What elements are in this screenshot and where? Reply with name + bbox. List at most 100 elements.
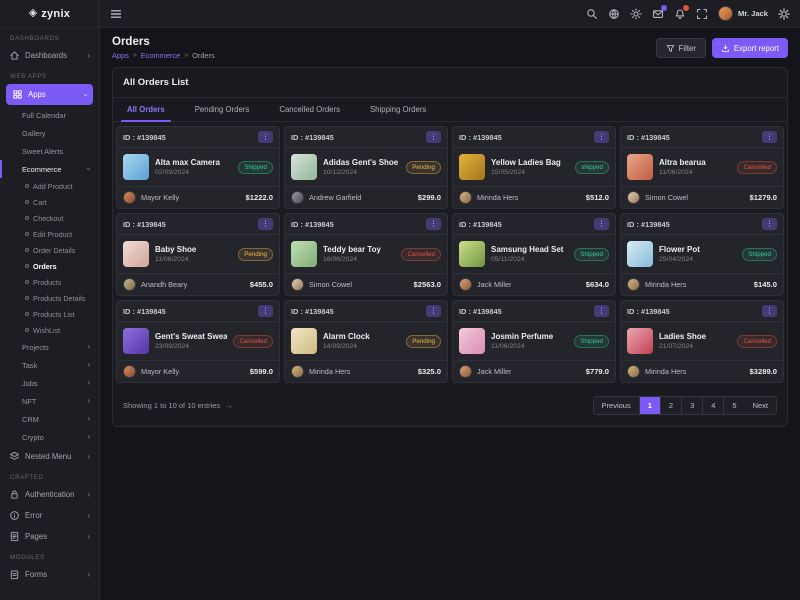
pagination-page[interactable]: 1: [640, 397, 661, 414]
bullet-icon: [25, 328, 29, 332]
sidebar-subsubitem[interactable]: Products: [0, 274, 99, 290]
product-name[interactable]: Alarm Clock: [323, 332, 400, 341]
nav-section-dashboards: DASHBOARDS: [0, 28, 99, 45]
sidebar-subitem[interactable]: Full Calendar: [0, 106, 99, 124]
pagination-page[interactable]: 4: [703, 397, 724, 414]
sidebar-subitem[interactable]: Crypto ›: [0, 428, 99, 446]
tab[interactable]: Pending Orders: [187, 98, 258, 121]
product-name[interactable]: Flower Pot: [659, 245, 736, 254]
sidebar-subsubitem[interactable]: WishList: [0, 322, 99, 338]
product-image: [291, 154, 317, 180]
status-badge: Shipped: [574, 335, 609, 348]
arrow-right-icon[interactable]: →: [225, 401, 233, 410]
inbox-button[interactable]: [652, 8, 664, 20]
breadcrumb-link-apps[interactable]: Apps: [112, 51, 129, 60]
sidebar-item-dashboards[interactable]: Dashboards ›: [0, 45, 99, 66]
sidebar-subsubitem[interactable]: Cart: [0, 194, 99, 210]
product-name[interactable]: Teddy bear Toy: [323, 245, 395, 254]
card-menu-button[interactable]: ⋮: [594, 218, 609, 230]
sidebar-subsubitem[interactable]: Checkout: [0, 210, 99, 226]
card-menu-button[interactable]: ⋮: [258, 305, 273, 317]
notifications-button[interactable]: [674, 8, 686, 20]
filter-button[interactable]: Filter: [656, 38, 706, 58]
card-menu-button[interactable]: ⋮: [426, 218, 441, 230]
pagination-page[interactable]: 2: [661, 397, 682, 414]
brand[interactable]: ◈ zynix: [0, 0, 99, 28]
status-badge: Cancelled: [401, 248, 441, 261]
card-menu-button[interactable]: ⋮: [762, 305, 777, 317]
sidebar-item-pages[interactable]: Pages ›: [0, 526, 99, 547]
settings-button[interactable]: [778, 8, 790, 20]
chevron-right-icon: ›: [87, 343, 90, 351]
translate-button[interactable]: [608, 8, 620, 20]
product-name[interactable]: Ladies Shoe: [659, 332, 731, 341]
product-name[interactable]: Gent's Sweat Sweater: [155, 332, 227, 341]
bullet-icon: [25, 296, 29, 300]
sidebar-subsubitem[interactable]: Edit Product: [0, 226, 99, 242]
sidebar-item-authentication[interactable]: Authentication ›: [0, 484, 99, 505]
card-menu-button[interactable]: ⋮: [762, 131, 777, 143]
sidebar-subsubitem[interactable]: Add Product: [0, 178, 99, 194]
tab[interactable]: All Orders: [119, 98, 173, 121]
product-name[interactable]: Alta max Camera: [155, 158, 232, 167]
order-id: ID : #139845: [627, 220, 670, 229]
nav-label: Forms: [25, 570, 47, 579]
product-name[interactable]: Josmin Perfume: [491, 332, 568, 341]
nav-label: Nested Menu: [25, 452, 71, 461]
sidebar-item-apps[interactable]: Apps ›: [6, 84, 93, 105]
sidebar-subitem[interactable]: Task ›: [0, 356, 99, 374]
card-menu-button[interactable]: ⋮: [594, 305, 609, 317]
product-name[interactable]: Altra bearua: [659, 158, 731, 167]
search-button[interactable]: [586, 8, 598, 20]
sidebar-subsubitem[interactable]: Orders: [0, 258, 99, 274]
tab[interactable]: Shipping Orders: [362, 98, 434, 121]
customer-avatar: [459, 191, 472, 204]
card-menu-button[interactable]: ⋮: [258, 218, 273, 230]
sidebar-subitem-ecommerce[interactable]: Ecommerce ›: [0, 160, 99, 178]
brand-name: zynix: [41, 8, 70, 20]
order-price: $599.0: [250, 367, 273, 376]
order-date: 21/07/2024: [659, 343, 731, 350]
sidebar-subitem[interactable]: CRM ›: [0, 410, 99, 428]
order-id: ID : #139845: [291, 307, 334, 316]
order-date: 15/05/2024: [491, 169, 569, 176]
pagination-page[interactable]: 3: [682, 397, 703, 414]
fullscreen-button[interactable]: [696, 8, 708, 20]
pagination-page[interactable]: 5: [724, 397, 744, 414]
hamburger-menu-button[interactable]: [110, 8, 122, 20]
sidebar-subitem[interactable]: Gallery: [0, 124, 99, 142]
card-menu-button[interactable]: ⋮: [426, 305, 441, 317]
product-name[interactable]: Yellow Ladies Bag: [491, 158, 569, 167]
sidebar-subitem[interactable]: Sweet Alerts: [0, 142, 99, 160]
sidebar-subsubitem[interactable]: Products List: [0, 306, 99, 322]
card-menu-button[interactable]: ⋮: [594, 131, 609, 143]
sidebar-subitem[interactable]: Projects ›: [0, 338, 99, 356]
card-menu-button[interactable]: ⋮: [258, 131, 273, 143]
theme-toggle-button[interactable]: [630, 8, 642, 20]
card-menu-button[interactable]: ⋮: [762, 218, 777, 230]
chevron-right-icon: ›: [87, 533, 90, 541]
customer-avatar: [123, 191, 136, 204]
pagination-next[interactable]: Next: [745, 397, 776, 414]
nav-label: Error: [25, 511, 42, 520]
sidebar-subsubitem[interactable]: Products Details: [0, 290, 99, 306]
bullet-icon: [25, 280, 29, 284]
tab[interactable]: Cancelled Orders: [271, 98, 348, 121]
sidebar-subitem[interactable]: NFT ›: [0, 392, 99, 410]
customer-name: Mirinda Hers: [645, 280, 686, 289]
breadcrumb-link-ecommerce[interactable]: Ecommerce: [141, 51, 180, 60]
pagination-previous[interactable]: Previous: [594, 397, 640, 414]
sidebar-item-nested-menu[interactable]: Nested Menu ›: [0, 446, 99, 467]
product-name[interactable]: Samsung Head Set: [491, 245, 568, 254]
product-name[interactable]: Adidas Gent's Shoe: [323, 158, 400, 167]
sidebar-subitem[interactable]: Jobs ›: [0, 374, 99, 392]
nav-label: Edit Product: [33, 230, 72, 239]
sidebar-subsubitem[interactable]: Order Details: [0, 242, 99, 258]
sidebar-item-forms[interactable]: Forms ›: [0, 564, 99, 585]
export-report-button[interactable]: Export report: [712, 38, 788, 58]
sidebar-item-error[interactable]: Error ›: [0, 505, 99, 526]
card-menu-button[interactable]: ⋮: [426, 131, 441, 143]
nav-label: Orders: [33, 262, 57, 271]
user-menu[interactable]: Mr. Jack: [718, 6, 768, 21]
product-name[interactable]: Baby Shoe: [155, 245, 232, 254]
